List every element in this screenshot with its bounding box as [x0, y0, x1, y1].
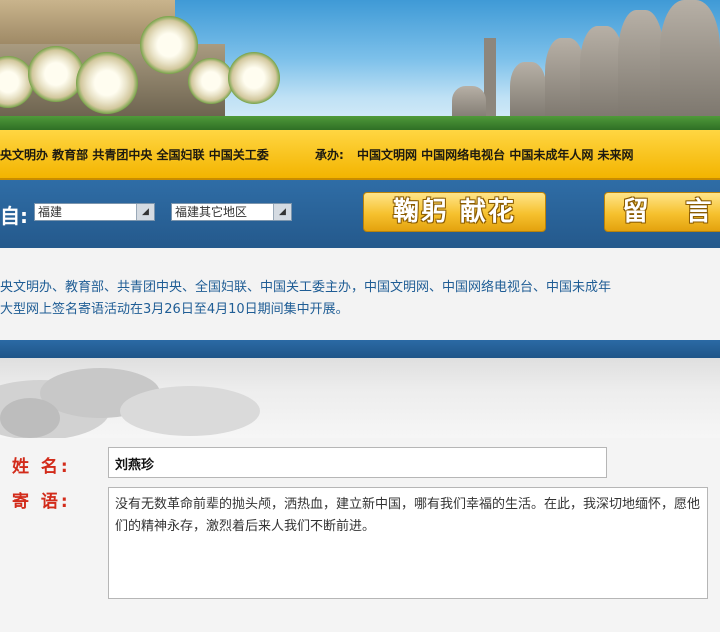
- intro-section: 央文明办、教育部、共青团中央、全国妇联、中国关工委主办，中国文明网、中国网络电视…: [0, 248, 720, 340]
- province-select-value: 福建: [38, 205, 63, 219]
- sponsor-bar: 央文明办 教育部 共青团中央 全国妇联 中国关工委 承办: 中国文明网 中国网络…: [0, 130, 720, 180]
- intro-line-1: 央文明办、教育部、共青团中央、全国妇联、中国关工委主办，中国文明网、中国网络电视…: [0, 280, 612, 295]
- wreath-image: [28, 46, 84, 102]
- ink-landscape-image: [0, 358, 720, 438]
- dropdown-arrow-icon[interactable]: ◢: [136, 204, 154, 220]
- cohosts-text: 中国文明网 中国网络电视台 中国未成年人网 未来网: [357, 148, 634, 162]
- page-bottom: [0, 628, 720, 632]
- grass-strip: [0, 116, 720, 130]
- header-banner: [0, 0, 720, 130]
- divider-strip: [0, 340, 720, 358]
- from-label: 自:: [0, 204, 28, 228]
- organizers-text: 央文明办 教育部 共青团中央 全国妇联 中国关工委: [0, 148, 269, 162]
- cohost-label: 承办:: [315, 148, 344, 162]
- message-textarea[interactable]: 没有无数革命前辈的抛头颅，洒热血，建立新中国，哪有我们幸福的生活。在此，我深切地…: [108, 487, 708, 599]
- dropdown-arrow-icon[interactable]: ◢: [273, 204, 291, 220]
- wreath-image: [228, 52, 280, 104]
- name-label: 姓 名:: [12, 457, 71, 477]
- name-input[interactable]: 刘燕珍: [108, 447, 607, 478]
- message-label: 寄 语:: [12, 492, 71, 512]
- control-bar: 自: 福建 ◢ 福建其它地区 ◢ 鞠躬 献花 留 言: [0, 180, 720, 248]
- province-select[interactable]: 福建 ◢: [34, 203, 155, 221]
- tribute-flowers-button[interactable]: 鞠躬 献花: [363, 192, 546, 232]
- leave-message-button[interactable]: 留 言: [604, 192, 720, 232]
- region-select[interactable]: 福建其它地区 ◢: [171, 203, 292, 221]
- statue-group-image: [440, 0, 720, 122]
- region-select-value: 福建其它地区: [175, 205, 248, 219]
- wreath-image: [76, 52, 138, 114]
- intro-line-2: 大型网上签名寄语活动在3月26日至4月10日期间集中开展。: [0, 302, 349, 317]
- wreath-image: [140, 16, 198, 74]
- wreath-image: [188, 58, 234, 104]
